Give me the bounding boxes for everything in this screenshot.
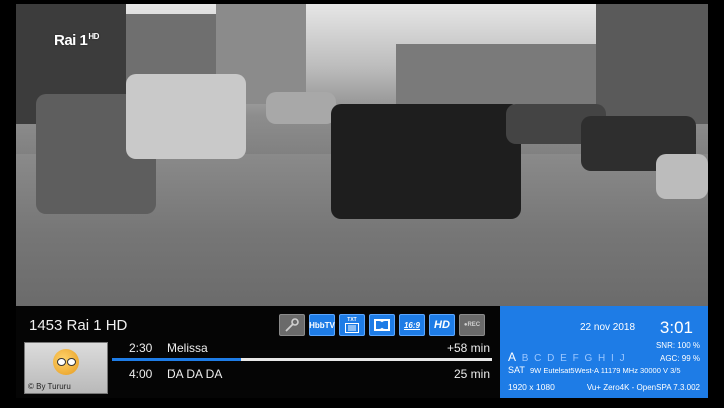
rec-icon: ●REC xyxy=(459,314,485,336)
tuner-letter: E xyxy=(560,353,573,364)
infobar: 1453 Rai 1 HD HbbTV TXT 16:9 HD ●REC © B… xyxy=(16,306,708,398)
resolution: 1920 x 1080 xyxy=(508,382,555,392)
now-time: 2:30 xyxy=(129,341,153,355)
picon: © By Tururu xyxy=(24,342,108,394)
teletext-icon: TXT xyxy=(339,314,365,336)
tuner-letter: F xyxy=(572,353,585,364)
status-panel: 22 nov 2018 3:01 SNR: 100 % AGC: 99 % A … xyxy=(500,306,708,398)
key-icon xyxy=(279,314,305,336)
channel-logo-name: Rai 1 xyxy=(54,32,88,49)
snr: SNR: 100 % xyxy=(655,341,700,350)
date: 22 nov 2018 xyxy=(580,322,636,333)
tuner-letters: A B C D E F G H I J xyxy=(508,350,626,364)
hd-icon: HD xyxy=(429,314,455,336)
channel-logo-hd: HD xyxy=(88,32,99,41)
tv-screen: Rai 1HD 1453 Rai 1 HD HbbTV TXT 16:9 HD xyxy=(0,0,724,408)
tuner-letter: A xyxy=(508,350,522,364)
tuner-letter: B xyxy=(521,353,535,364)
next-duration: 25 min xyxy=(453,367,490,381)
channel-logo: Rai 1HD xyxy=(54,32,99,49)
picon-brand: © By Tururu xyxy=(28,382,71,391)
firmware: Vu+ Zero4K - OpenSPA 7.3.002 xyxy=(586,383,700,392)
dolby-icon xyxy=(369,314,395,336)
agc: AGC: 99 % xyxy=(659,354,700,363)
tuner-letter: D xyxy=(547,353,561,364)
now-progress-fill xyxy=(112,358,242,361)
next-title: DA DA DA xyxy=(167,367,223,381)
tuner-letter: G xyxy=(584,353,599,364)
hbbtv-icon: HbbTV xyxy=(309,314,335,336)
video-frame: Rai 1HD xyxy=(16,4,708,314)
next-time: 4:00 xyxy=(129,367,153,381)
clock: 3:01 xyxy=(659,318,693,337)
tuner-letter: C xyxy=(534,353,548,364)
channel-title: 1453 Rai 1 HD xyxy=(29,317,128,334)
now-progress xyxy=(112,358,492,361)
now-title: Melissa xyxy=(167,341,208,355)
tuner-letter: J xyxy=(619,353,627,364)
infobar-main: 1453 Rai 1 HD HbbTV TXT 16:9 HD ●REC © B… xyxy=(16,306,500,398)
sat-label: SAT xyxy=(508,365,525,375)
sat-info: 9W Eutelsat5West-A 11179 MHz 30000 V 3/5 xyxy=(530,366,681,375)
aspect-icon: 16:9 xyxy=(399,314,425,336)
mascot-icon xyxy=(53,349,79,375)
now-remaining: +58 min xyxy=(446,341,490,355)
tuner-letter: H xyxy=(598,353,612,364)
tuner-letter: I xyxy=(611,353,620,364)
